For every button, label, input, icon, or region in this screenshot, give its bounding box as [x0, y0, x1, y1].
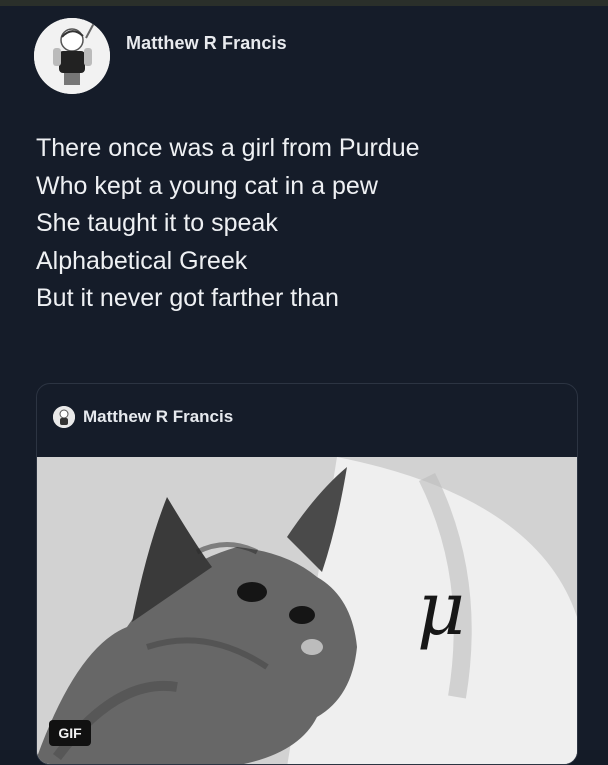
quote-author-name[interactable]: Matthew R Francis [83, 407, 233, 427]
mu-letter: μ [417, 566, 466, 652]
tweet-line: But it never got farther than [36, 284, 339, 312]
tweet-line: Who kept a young cat in a pew [36, 171, 378, 200]
quote-avatar[interactable] [53, 406, 75, 428]
tweet-line: There once was a girl from Purdue [36, 134, 420, 162]
tweet-text: There once was a girl from Purdue Who ke… [36, 130, 596, 318]
avatar-illustration [34, 18, 110, 94]
author-avatar[interactable] [34, 18, 110, 94]
tweet-post: Matthew R Francis There once was a girl … [0, 6, 608, 765]
author-name[interactable]: Matthew R Francis [126, 33, 287, 54]
quoted-tweet-card[interactable]: Matthew R Francis μ GIF [36, 383, 578, 765]
gif-media[interactable]: μ GIF [37, 457, 577, 764]
kitten-gif [37, 457, 577, 764]
gif-badge[interactable]: GIF [49, 720, 91, 746]
quoted-tweet-header: Matthew R Francis [53, 406, 233, 428]
tweet-line: She taught it to speak [36, 209, 278, 237]
tweet-line: Alphabetical Greek [36, 246, 248, 275]
quote-avatar-illustration [53, 406, 75, 428]
